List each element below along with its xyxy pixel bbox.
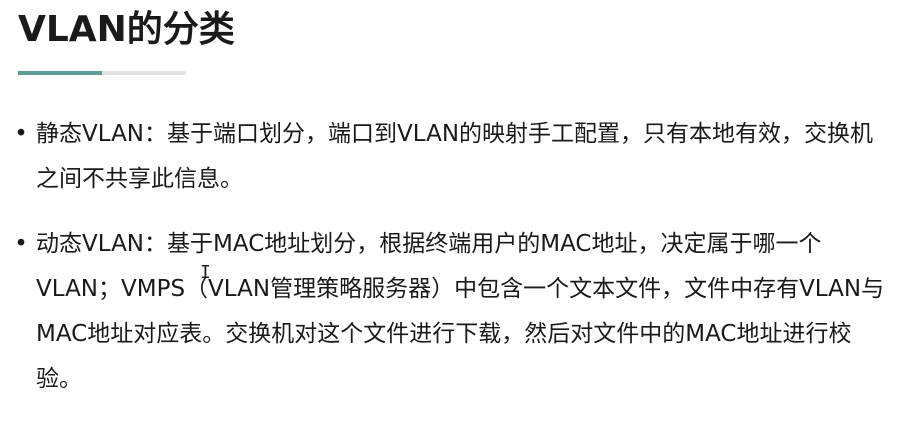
bullet-list: • 静态VLAN：基于端口划分，端口到VLAN的映射手工配置，只有本地有效，交换… [12,112,892,422]
bullet-dot-icon: • [14,121,28,147]
bullet-item-dynamic-vlan: • 动态VLAN：基于MAC地址划分，根据终端用户的MAC地址，决定属于哪一个V… [12,222,892,402]
slide: VLAN的分类 • 静态VLAN：基于端口划分，端口到VLAN的映射手工配置，只… [0,0,916,447]
bullet-dot-icon: • [14,231,28,257]
bullet-text: 动态VLAN：基于MAC地址划分，根据终端用户的MAC地址，决定属于哪一个VLA… [36,231,885,392]
bullet-item-static-vlan: • 静态VLAN：基于端口划分，端口到VLAN的映射手工配置，只有本地有效，交换… [12,112,892,202]
text-cursor-icon: I [200,262,211,283]
title-underline-accent [18,71,102,75]
bullet-text: 静态VLAN：基于端口划分，端口到VLAN的映射手工配置，只有本地有效，交换机之… [36,121,874,192]
slide-title: VLAN的分类 [18,9,235,50]
